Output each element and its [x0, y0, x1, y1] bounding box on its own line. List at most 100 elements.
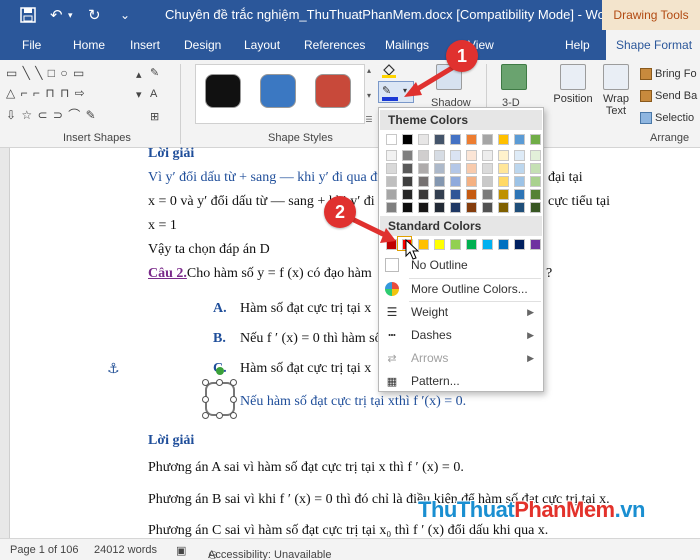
- undo-dropdown-icon[interactable]: ▾: [68, 6, 73, 24]
- page-count[interactable]: Page 1 of 106: [10, 544, 79, 556]
- theme-shade-swatch[interactable]: [418, 202, 429, 213]
- theme-shade-swatch[interactable]: [530, 202, 541, 213]
- standard-color-swatch[interactable]: [450, 239, 461, 250]
- theme-shade-swatch[interactable]: [402, 189, 413, 200]
- theme-color-swatch[interactable]: [466, 134, 477, 145]
- theme-shade-swatch[interactable]: [498, 150, 509, 161]
- theme-shade-swatch[interactable]: [386, 189, 397, 200]
- resize-handle[interactable]: [202, 412, 209, 419]
- theme-color-swatch[interactable]: [530, 134, 541, 145]
- gallery-up-icon[interactable]: ▴: [367, 66, 371, 75]
- theme-shade-swatch[interactable]: [466, 176, 477, 187]
- tab-design[interactable]: Design: [184, 30, 221, 60]
- standard-color-swatch[interactable]: [418, 239, 429, 250]
- style-gallery-controls[interactable]: ▴ ▾ ☰: [363, 66, 375, 124]
- shape-scroll-down-icon[interactable]: ▾: [136, 88, 142, 101]
- shape-style-blue[interactable]: [260, 74, 296, 108]
- chevron-down-icon[interactable]: ▾: [403, 86, 407, 95]
- theme-shade-swatch[interactable]: [434, 202, 445, 213]
- pattern-item[interactable]: ▦ Pattern...: [380, 370, 542, 392]
- tab-insert[interactable]: Insert: [130, 30, 160, 60]
- theme-shade-swatch[interactable]: [386, 176, 397, 187]
- theme-shade-swatch[interactable]: [482, 189, 493, 200]
- theme-shade-swatch[interactable]: [450, 150, 461, 161]
- tab-mailings[interactable]: Mailings: [385, 30, 429, 60]
- theme-shade-swatch[interactable]: [530, 163, 541, 174]
- standard-color-swatch[interactable]: [498, 239, 509, 250]
- undo-icon[interactable]: ↶: [50, 6, 63, 24]
- theme-shade-swatch[interactable]: [466, 189, 477, 200]
- theme-color-swatch[interactable]: [418, 134, 429, 145]
- theme-shade-swatch[interactable]: [466, 163, 477, 174]
- tab-shape-format[interactable]: Shape Format: [606, 30, 700, 60]
- tab-references[interactable]: References: [304, 30, 365, 60]
- tab-help[interactable]: Help: [565, 30, 590, 60]
- theme-shade-swatch[interactable]: [482, 150, 493, 161]
- gallery-down-icon[interactable]: ▾: [367, 91, 371, 100]
- tab-layout[interactable]: Layout: [244, 30, 280, 60]
- resize-handle[interactable]: [202, 396, 209, 403]
- position-button[interactable]: Position: [550, 64, 596, 105]
- theme-shade-swatch[interactable]: [450, 189, 461, 200]
- theme-shade-swatch[interactable]: [466, 202, 477, 213]
- theme-shade-swatch[interactable]: [498, 202, 509, 213]
- resize-handle[interactable]: [230, 412, 237, 419]
- theme-shade-swatch[interactable]: [402, 176, 413, 187]
- rotation-handle[interactable]: [216, 367, 224, 375]
- theme-shade-swatch[interactable]: [514, 176, 525, 187]
- theme-shade-swatch[interactable]: [450, 163, 461, 174]
- standard-color-swatch[interactable]: [466, 239, 477, 250]
- resize-handle[interactable]: [230, 396, 237, 403]
- theme-shade-swatch[interactable]: [466, 150, 477, 161]
- theme-shade-swatch[interactable]: [418, 150, 429, 161]
- align-text-icon[interactable]: ⊞: [150, 110, 159, 123]
- theme-shade-swatch[interactable]: [482, 176, 493, 187]
- standard-color-swatch[interactable]: [386, 239, 397, 250]
- theme-shade-swatch[interactable]: [530, 150, 541, 161]
- bring-forward-button[interactable]: Bring Fo: [640, 68, 697, 80]
- theme-color-swatch[interactable]: [434, 134, 445, 145]
- theme-shade-swatch[interactable]: [434, 163, 445, 174]
- shape-outline-button[interactable]: ✎ ▾: [378, 81, 414, 103]
- shapes-gallery[interactable]: ▭ ╲ ╲ □ ○ ▭ △ ⌐ ⌐ ⊓ ⊓ ⇨ ⇩ ☆ ⊂ ⊃ ⌒ ✎: [6, 64, 134, 128]
- save-icon[interactable]: [20, 6, 36, 24]
- selection-pane-button[interactable]: Selectio: [640, 112, 694, 124]
- customize-toolbar-icon[interactable]: ⌄: [120, 6, 130, 24]
- resize-handle[interactable]: [216, 379, 223, 386]
- standard-color-swatch[interactable]: [530, 239, 541, 250]
- theme-shade-swatch[interactable]: [482, 163, 493, 174]
- standard-color-swatch[interactable]: [514, 239, 525, 250]
- theme-shade-swatch[interactable]: [434, 189, 445, 200]
- theme-shade-swatch[interactable]: [482, 202, 493, 213]
- shape-scroll-up-icon[interactable]: ▴: [136, 68, 142, 81]
- theme-shade-swatch[interactable]: [514, 202, 525, 213]
- standard-color-swatch[interactable]: [482, 239, 493, 250]
- standard-color-swatch[interactable]: [434, 239, 445, 250]
- theme-shade-swatch[interactable]: [402, 150, 413, 161]
- theme-shade-swatch[interactable]: [386, 150, 397, 161]
- theme-shade-swatch[interactable]: [386, 202, 397, 213]
- 3d-effects-button[interactable]: [494, 64, 534, 93]
- gallery-more-icon[interactable]: ☰: [365, 115, 372, 124]
- theme-shade-swatch[interactable]: [514, 150, 525, 161]
- theme-shade-swatch[interactable]: [450, 202, 461, 213]
- theme-shade-swatch[interactable]: [498, 163, 509, 174]
- theme-color-swatch[interactable]: [450, 134, 461, 145]
- text-box-icon[interactable]: A: [150, 88, 157, 100]
- tab-home[interactable]: Home: [73, 30, 105, 60]
- shape-style-black[interactable]: [205, 74, 241, 108]
- shape-style-red[interactable]: [315, 74, 351, 108]
- weight-item[interactable]: ☰ Weight ▶: [380, 301, 542, 323]
- wrap-text-button[interactable]: Wrap Text: [598, 64, 634, 117]
- theme-shade-swatch[interactable]: [498, 176, 509, 187]
- theme-shade-swatch[interactable]: [450, 176, 461, 187]
- theme-shade-swatch[interactable]: [402, 202, 413, 213]
- more-outline-colors-item[interactable]: More Outline Colors...: [380, 278, 542, 300]
- theme-shade-swatch[interactable]: [514, 189, 525, 200]
- theme-shade-swatch[interactable]: [386, 163, 397, 174]
- theme-color-swatch[interactable]: [514, 134, 525, 145]
- theme-color-swatch[interactable]: [402, 134, 413, 145]
- theme-color-swatch[interactable]: [498, 134, 509, 145]
- theme-shade-swatch[interactable]: [434, 150, 445, 161]
- theme-shade-swatch[interactable]: [514, 163, 525, 174]
